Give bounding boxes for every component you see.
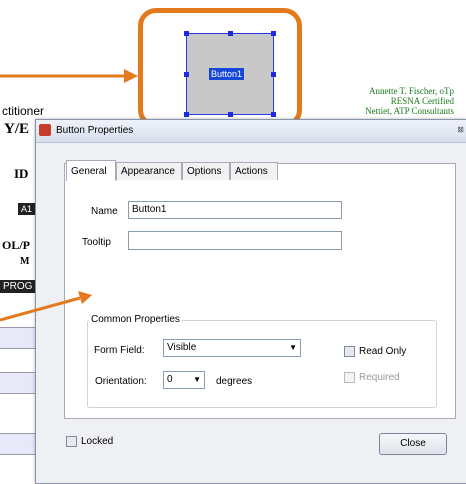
form-field-label: Form Field: xyxy=(94,345,145,356)
bg-text-prog: PROG xyxy=(0,280,36,293)
name-label: Name xyxy=(91,206,118,217)
bg-text-id: ID xyxy=(14,166,29,181)
locked-checkbox[interactable] xyxy=(66,436,77,447)
chevron-down-icon: ▼ xyxy=(193,375,201,384)
required-checkbox[interactable] xyxy=(344,372,355,383)
tab-appearance[interactable]: Appearance xyxy=(116,162,182,180)
signature-block: Annette T. Fischer, oTp RESNA Certified … xyxy=(365,86,454,116)
required-label: Required xyxy=(359,372,400,383)
close-icon[interactable]: ⊠ xyxy=(457,125,464,134)
button-properties-dialog: Button Properties ⊠ General Appearance O… xyxy=(35,119,466,484)
common-properties-group xyxy=(87,320,437,408)
bg-text-m: M xyxy=(20,256,30,267)
bg-text-a1: A1 xyxy=(18,203,36,215)
orientation-value: 0 xyxy=(167,374,173,385)
dialog-titlebar[interactable]: Button Properties ⊠ xyxy=(36,120,466,143)
orientation-label: Orientation: xyxy=(95,376,147,387)
tab-general[interactable]: General xyxy=(66,160,116,181)
signature-cert: RESNA Certified xyxy=(390,96,454,106)
app-icon xyxy=(39,124,51,136)
read-only-label: Read Only xyxy=(359,346,407,357)
dialog-title: Button Properties xyxy=(56,125,134,136)
tooltip-field[interactable] xyxy=(128,231,342,250)
bg-text-ye: Y/E xyxy=(4,121,30,137)
signature-org: Nettiet, ATP Consultants xyxy=(365,106,454,116)
tab-options[interactable]: Options xyxy=(182,162,230,180)
form-field-select[interactable]: Visible ▼ xyxy=(163,339,301,357)
bg-text-olp: OL/P xyxy=(2,238,31,252)
read-only-checkbox[interactable] xyxy=(344,346,355,357)
tooltip-label: Tooltip xyxy=(82,237,111,248)
name-field[interactable]: Button1 xyxy=(128,201,342,219)
form-field-value: Visible xyxy=(167,342,197,353)
bg-text-practitioner: ctitioner xyxy=(2,104,45,118)
chevron-down-icon: ▼ xyxy=(289,343,297,352)
tab-actions[interactable]: Actions xyxy=(230,162,278,180)
locked-label: Locked xyxy=(81,436,114,447)
signature-name: Annette T. Fischer, oTp xyxy=(368,86,454,96)
degrees-label: degrees xyxy=(216,376,253,387)
common-properties-title: Common Properties xyxy=(89,314,182,325)
orientation-select[interactable]: 0 ▼ xyxy=(163,371,205,389)
close-button[interactable]: Close xyxy=(379,433,447,455)
highlight-frame xyxy=(138,8,302,128)
